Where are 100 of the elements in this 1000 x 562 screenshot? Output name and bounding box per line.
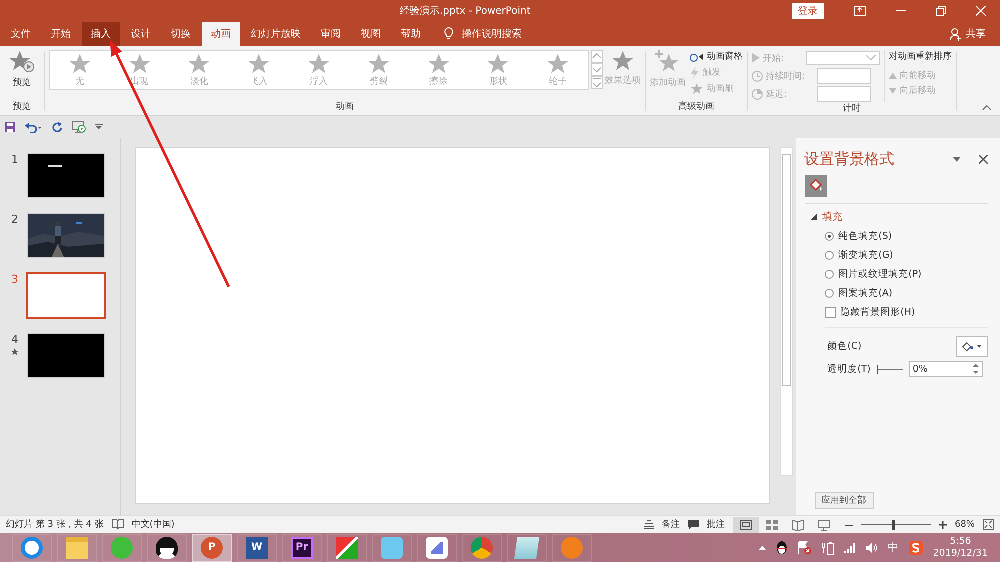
color-picker-button[interactable] [956, 336, 988, 357]
save-icon[interactable] [5, 122, 16, 132]
person-icon[interactable] [950, 28, 962, 40]
minimize-icon[interactable] [896, 10, 906, 12]
radio-button[interactable] [824, 270, 834, 279]
delay-field[interactable] [817, 86, 871, 102]
apply-to-all-button[interactable]: 应用到全部 [814, 492, 874, 509]
zoom-in-icon[interactable] [938, 520, 947, 528]
fill-category-tab[interactable] [804, 175, 827, 197]
option-label[interactable]: 隐藏背景图形(H) [840, 306, 916, 319]
play-icon [752, 53, 760, 63]
up-triangle-icon [889, 72, 897, 78]
slideshow-icon[interactable] [72, 121, 86, 133]
speaker-icon[interactable] [866, 542, 878, 554]
radio-button[interactable] [824, 251, 834, 260]
comments-button[interactable]: 批注 [706, 518, 725, 531]
ribbon-tab[interactable]: 开始 [42, 22, 80, 46]
checkbox[interactable] [824, 307, 836, 318]
delay-label: 延迟: [766, 88, 788, 100]
fill-section-header[interactable]: 填充 [810, 210, 988, 224]
sogou-icon[interactable] [909, 540, 924, 554]
duration-field[interactable] [817, 68, 871, 84]
collapse-ribbon-icon[interactable] [982, 105, 992, 111]
animation-pane-button[interactable]: 动画窗格 [690, 50, 743, 63]
radio-button[interactable] [824, 289, 834, 298]
ribbon-tab[interactable]: 幻灯片放映 [242, 22, 310, 46]
radio-button[interactable] [824, 232, 834, 241]
option-label[interactable]: 纯色填充(S) [838, 230, 892, 243]
lightbulb-icon[interactable] [444, 27, 454, 41]
start-dropdown[interactable] [806, 51, 880, 65]
triangles-icon [336, 536, 358, 558]
taskbar-button[interactable]: Pr [282, 534, 322, 562]
slide-number: 4 [12, 333, 18, 346]
fit-to-window-icon[interactable] [983, 519, 994, 530]
flag-warning-icon[interactable] [798, 540, 812, 554]
spell-check-icon[interactable] [112, 519, 124, 530]
ribbon-tab[interactable]: 设计 [122, 22, 160, 46]
ribbon-tab[interactable]: 文件 [2, 22, 40, 46]
clock-date[interactable]: 2019/12/31 [933, 548, 988, 560]
slide-thumbnail[interactable] [26, 272, 106, 319]
language-indicator[interactable]: 中文(中国) [132, 518, 175, 531]
show-hidden-icon[interactable] [759, 546, 766, 550]
zoom-thumb[interactable] [892, 520, 896, 530]
star-icon [428, 52, 450, 74]
customize-icon[interactable] [95, 124, 103, 130]
sign-in-button[interactable]: 登录 [792, 3, 824, 19]
notes-icon[interactable] [644, 520, 654, 529]
restore-icon[interactable] [936, 6, 946, 16]
star-icon [308, 52, 330, 74]
clock-time[interactable]: 5:56 [950, 536, 972, 548]
duration-label: 持续时间: [766, 70, 806, 82]
star-icon [248, 52, 270, 74]
battery-icon[interactable] [822, 540, 834, 554]
star-icon [128, 52, 151, 74]
taskbar-button[interactable]: W [237, 534, 277, 562]
vertical-scrollbar[interactable] [780, 147, 793, 476]
star-icon [547, 52, 570, 74]
star-icon [487, 52, 510, 74]
star-brush-icon [690, 82, 704, 94]
undo-icon[interactable] [25, 122, 43, 132]
star-icon [188, 52, 210, 74]
ribbon-tab[interactable]: 视图 [352, 22, 390, 46]
document-app-icon: W [246, 536, 268, 558]
star-icon [368, 52, 390, 74]
star-play-icon [9, 50, 35, 74]
transparency-field[interactable]: 0% [908, 361, 983, 377]
comment-icon[interactable] [688, 520, 699, 530]
ribbon-tab[interactable]: 帮助 [392, 22, 430, 46]
penguin-tray-icon[interactable] [776, 540, 788, 554]
start-label: 开始: [763, 52, 786, 64]
ribbon-tab[interactable]: 动画 [202, 22, 240, 46]
taskbar-button[interactable] [147, 534, 187, 562]
notes-button[interactable]: 备注 [662, 518, 680, 531]
taskbar-button[interactable]: P [192, 534, 232, 562]
ribbon-tab[interactable]: 审阅 [312, 22, 350, 46]
close-icon[interactable] [979, 155, 988, 164]
option-label[interactable]: 图片或纹理填充(P) [838, 268, 922, 281]
spinner-arrows-icon [972, 364, 979, 374]
ribbon-tab[interactable]: 插入 [82, 22, 120, 46]
share-button[interactable]: 共享 [966, 27, 986, 41]
pane-options-icon[interactable] [953, 157, 961, 162]
paint-bucket-icon [808, 178, 824, 194]
down-triangle-icon [889, 88, 897, 94]
input-method-indicator[interactable]: 中 [888, 540, 900, 555]
option-label[interactable]: 渐变填充(G) [838, 249, 894, 262]
folder-icon [66, 536, 88, 558]
zoom-level[interactable]: 68% [954, 520, 975, 530]
signal-icon[interactable] [844, 542, 856, 552]
option-label[interactable]: 图案填充(A) [838, 287, 893, 300]
redo-icon[interactable] [52, 122, 63, 132]
group-label: 计时 [843, 102, 861, 116]
ribbon-display-icon[interactable] [854, 6, 866, 16]
preview-button[interactable]: 预览 [9, 50, 35, 89]
ribbon-tab[interactable]: 切换 [162, 22, 200, 46]
slide-count: 幻灯片 第 3 张，共 4 张 [6, 518, 104, 531]
expand-triangle-icon [810, 214, 817, 220]
clock-icon [752, 70, 763, 82]
paint-bucket-dropdown-icon [961, 341, 983, 352]
normal-view-icon[interactable] [732, 516, 759, 532]
tell-me-search[interactable]: 操作说明搜索 [462, 27, 522, 41]
